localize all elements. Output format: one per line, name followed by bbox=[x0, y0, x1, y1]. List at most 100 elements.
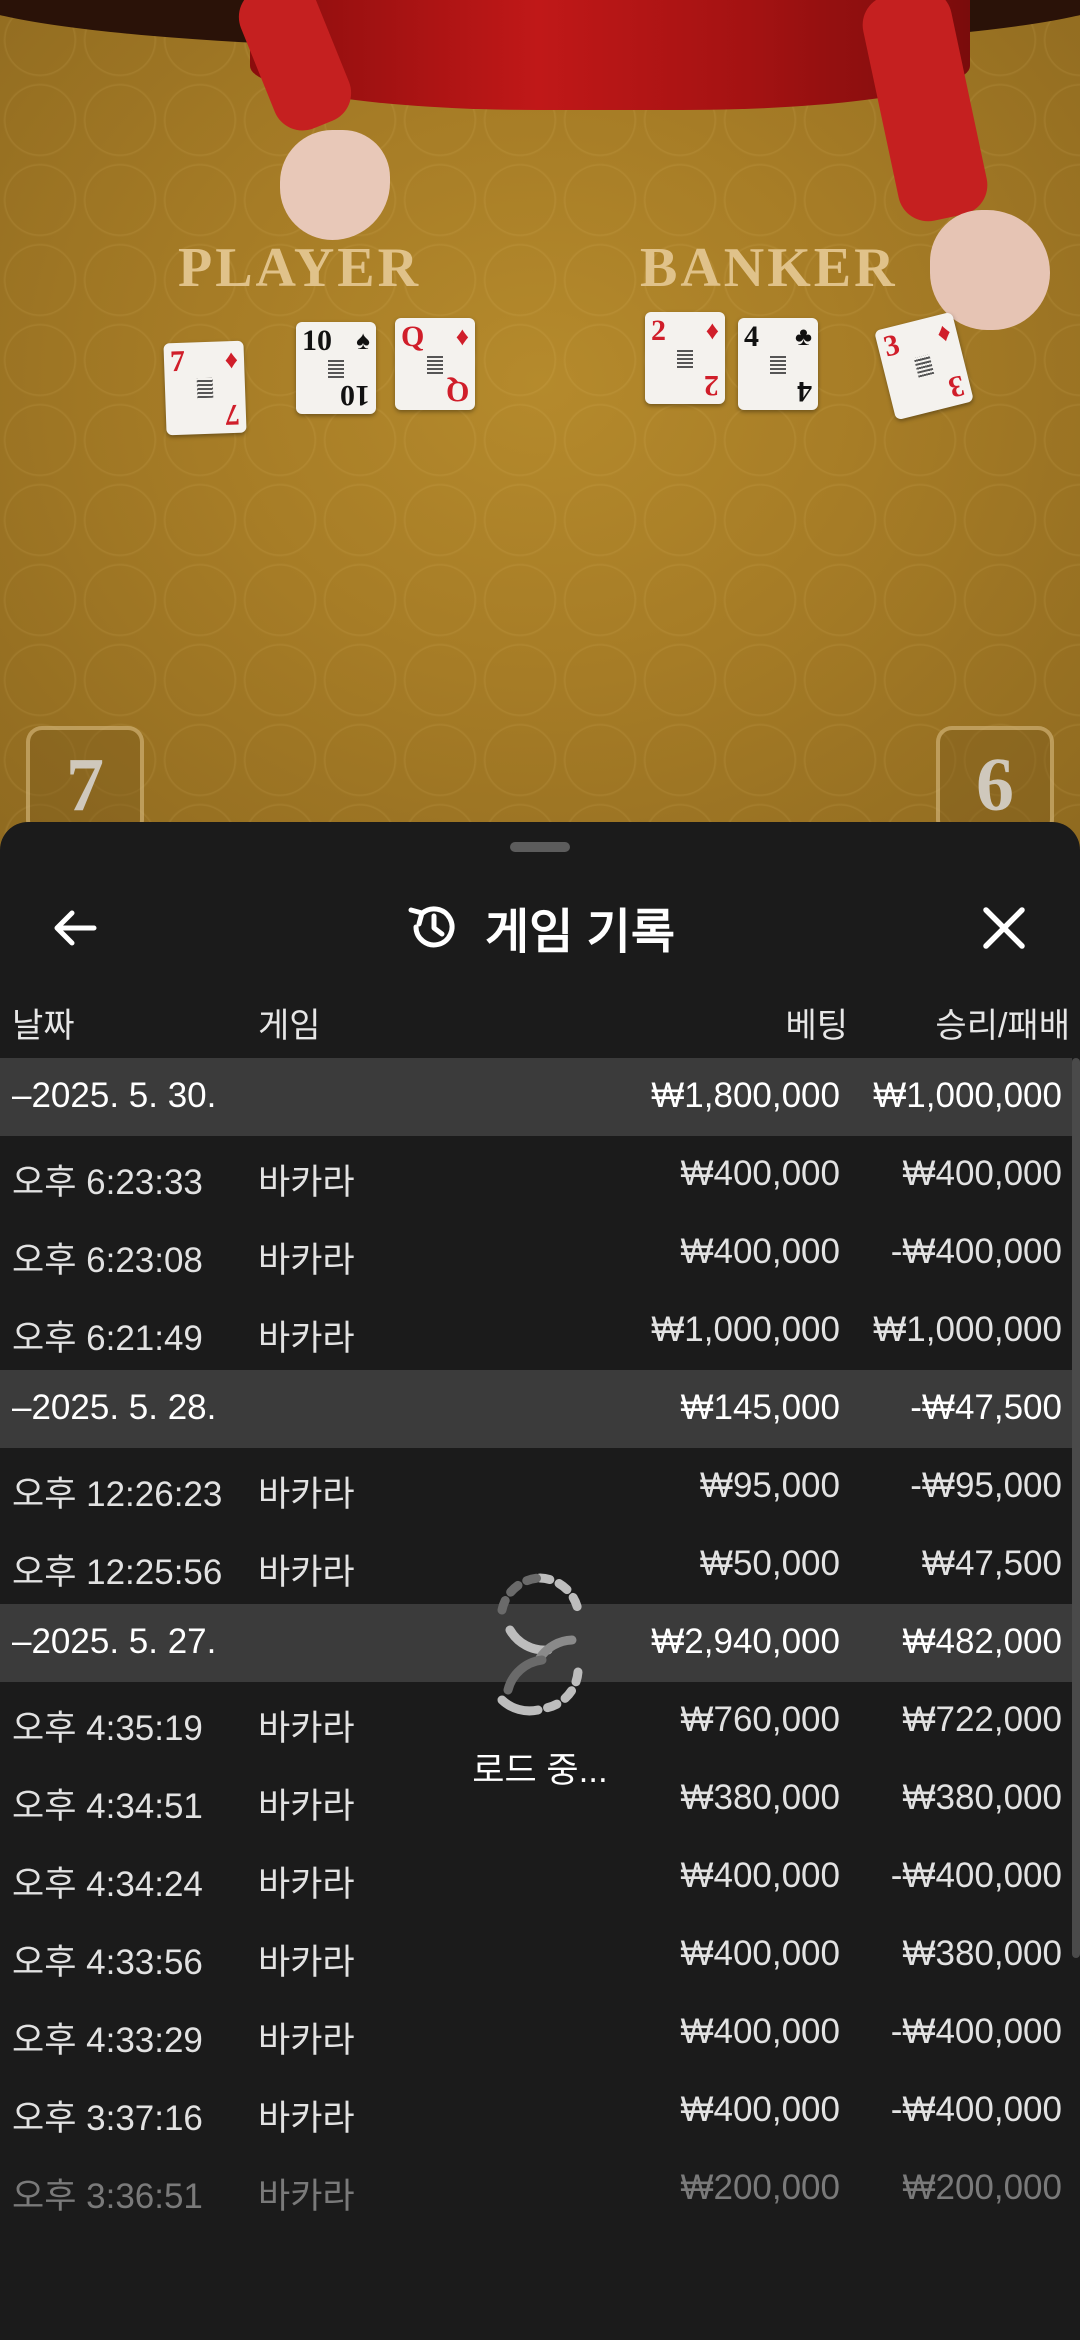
table-row[interactable]: 오후 4:34:24 바카라 ₩400,000 -₩400,000 bbox=[0, 1838, 1072, 1916]
table-row[interactable]: 오후 4:33:29 바카라 ₩400,000 -₩400,000 bbox=[0, 1994, 1072, 2072]
row-result: ₩1,000,000 bbox=[873, 1076, 1062, 1115]
row-bet: ₩380,000 bbox=[680, 1778, 840, 1817]
row-game: 바카라 bbox=[258, 2177, 355, 2216]
column-header-date: 날짜 bbox=[12, 1007, 75, 1045]
card-rank: Q bbox=[401, 320, 425, 353]
card-rank-bottom: 4 bbox=[797, 375, 812, 408]
banker-label: BANKER bbox=[640, 237, 898, 299]
row-bet: ₩95,000 bbox=[699, 1466, 840, 1505]
row-date: 오후 6:23:08 bbox=[12, 1241, 203, 1280]
row-bet: ₩50,000 bbox=[699, 1544, 840, 1583]
card-suit: ♣ bbox=[794, 322, 812, 351]
card-center bbox=[677, 348, 693, 368]
row-result: -₩400,000 bbox=[890, 1232, 1062, 1271]
table-row[interactable]: 오후 3:36:51 바카라 ₩200,000 ₩200,000 bbox=[0, 2150, 1072, 2228]
row-game: 바카라 bbox=[258, 1475, 355, 1514]
player-label: PLAYER bbox=[178, 237, 422, 299]
row-result: -₩400,000 bbox=[890, 1856, 1062, 1895]
row-game: 바카라 bbox=[258, 1709, 355, 1748]
row-date: 오후 3:37:16 bbox=[12, 2099, 203, 2138]
player-card-3: Q ♦ Q bbox=[395, 318, 475, 410]
row-bet: ₩400,000 bbox=[680, 2090, 840, 2129]
row-game: 바카라 bbox=[258, 1319, 355, 1358]
history-icon bbox=[408, 906, 455, 948]
dealer-figure bbox=[250, 0, 970, 110]
row-result: ₩47,500 bbox=[921, 1544, 1062, 1583]
row-game: 바카라 bbox=[258, 1787, 355, 1826]
row-game: 바카라 bbox=[258, 1553, 355, 1592]
banker-card-1: 2 ♦ 2 bbox=[645, 312, 725, 404]
column-header-bet: 베팅 bbox=[785, 1007, 848, 1045]
banker-card-2: 4 ♣ 4 bbox=[738, 318, 818, 410]
table-header: 날짜 게임 베팅 승리/패배 bbox=[0, 998, 1080, 1058]
card-rank: 4 bbox=[744, 320, 759, 353]
date-group-row[interactable]: –2025. 5. 30. ₩1,800,000 ₩1,000,000 bbox=[0, 1058, 1072, 1136]
column-header-result: 승리/패배 bbox=[935, 1007, 1070, 1045]
card-rank: 10 bbox=[302, 324, 332, 357]
card-rank-bottom: 3 bbox=[945, 368, 968, 405]
row-date: 오후 4:33:29 bbox=[12, 2021, 203, 2060]
row-result: ₩482,000 bbox=[902, 1622, 1062, 1661]
row-bet: ₩400,000 bbox=[680, 2012, 840, 2051]
date-group-row[interactable]: –2025. 5. 28. ₩145,000 -₩47,500 bbox=[0, 1370, 1072, 1448]
scrollbar[interactable] bbox=[1072, 1058, 1080, 1958]
table-row[interactable]: 오후 6:23:33 바카라 ₩400,000 ₩400,000 bbox=[0, 1136, 1072, 1214]
row-result: ₩1,000,000 bbox=[873, 1310, 1062, 1349]
player-score: 7 bbox=[26, 726, 144, 836]
row-date: 오후 6:23:33 bbox=[12, 1163, 203, 1202]
loading-text: 로드 중... bbox=[472, 1751, 608, 1790]
row-game: 바카라 bbox=[258, 2021, 355, 2060]
table-row[interactable]: 오후 4:33:56 바카라 ₩400,000 ₩380,000 bbox=[0, 1916, 1072, 1994]
row-game: 바카라 bbox=[258, 1241, 355, 1280]
row-bet: ₩2,940,000 bbox=[651, 1622, 840, 1661]
card-center bbox=[427, 354, 443, 374]
table-row[interactable]: 오후 6:23:08 바카라 ₩400,000 -₩400,000 bbox=[0, 1214, 1072, 1292]
card-center bbox=[913, 354, 935, 378]
card-suit: ♦ bbox=[455, 322, 469, 351]
page-title: 게임 기록 bbox=[485, 906, 675, 959]
row-bet: ₩200,000 bbox=[680, 2168, 840, 2207]
row-date: 오후 4:34:24 bbox=[12, 1865, 203, 1904]
row-bet: ₩145,000 bbox=[680, 1388, 840, 1427]
row-result: ₩380,000 bbox=[902, 1934, 1062, 1973]
column-header-game: 게임 bbox=[258, 1007, 321, 1045]
table-row[interactable]: 오후 3:37:16 바카라 ₩400,000 -₩400,000 bbox=[0, 2072, 1072, 2150]
row-date: 오후 4:35:19 bbox=[12, 1709, 203, 1748]
card-center bbox=[196, 377, 214, 399]
card-center bbox=[770, 354, 786, 374]
row-game: 바카라 bbox=[258, 1163, 355, 1202]
row-bet: ₩1,800,000 bbox=[651, 1076, 840, 1115]
drag-handle[interactable] bbox=[510, 842, 570, 852]
table-row[interactable]: 오후 6:21:49 바카라 ₩1,000,000 ₩1,000,000 bbox=[0, 1292, 1072, 1370]
row-date: 오후 3:36:51 bbox=[12, 2177, 203, 2216]
row-date: –2025. 5. 30. bbox=[12, 1076, 217, 1115]
row-date: 오후 4:33:56 bbox=[12, 1943, 203, 1982]
card-rank-bottom: 7 bbox=[224, 397, 241, 432]
close-button[interactable] bbox=[972, 896, 1036, 960]
loading-spinner-icon bbox=[497, 1573, 583, 1716]
card-rank: 3 bbox=[880, 327, 903, 364]
player-card-1: 7 ♦ 7 bbox=[163, 340, 247, 436]
table-row[interactable]: 오후 12:26:23 바카라 ₩95,000 -₩95,000 bbox=[0, 1448, 1072, 1526]
card-rank-bottom: Q bbox=[445, 375, 469, 408]
row-game: 바카라 bbox=[258, 1943, 355, 1982]
sheet-header: 게임 기록 bbox=[0, 862, 1080, 992]
row-game: 바카라 bbox=[258, 1865, 355, 1904]
loading-indicator: 로드 중... bbox=[450, 1560, 630, 1810]
row-bet: ₩400,000 bbox=[680, 1232, 840, 1271]
card-rank: 7 bbox=[169, 344, 186, 379]
row-bet: ₩400,000 bbox=[680, 1154, 840, 1193]
banker-score: 6 bbox=[936, 726, 1054, 836]
title-area: 게임 기록 bbox=[0, 892, 1080, 964]
row-result: ₩200,000 bbox=[902, 2168, 1062, 2207]
card-suit: ♦ bbox=[224, 344, 239, 375]
row-date: 오후 4:34:51 bbox=[12, 1787, 203, 1826]
row-bet: ₩760,000 bbox=[680, 1700, 840, 1739]
row-bet: ₩400,000 bbox=[680, 1934, 840, 1973]
row-result: ₩380,000 bbox=[902, 1778, 1062, 1817]
card-rank-bottom: 10 bbox=[340, 379, 370, 412]
row-result: -₩47,500 bbox=[910, 1388, 1062, 1427]
card-rank: 2 bbox=[651, 314, 666, 347]
row-bet: ₩1,000,000 bbox=[651, 1310, 840, 1349]
player-card-2: 10 ♠ 10 bbox=[296, 322, 376, 414]
